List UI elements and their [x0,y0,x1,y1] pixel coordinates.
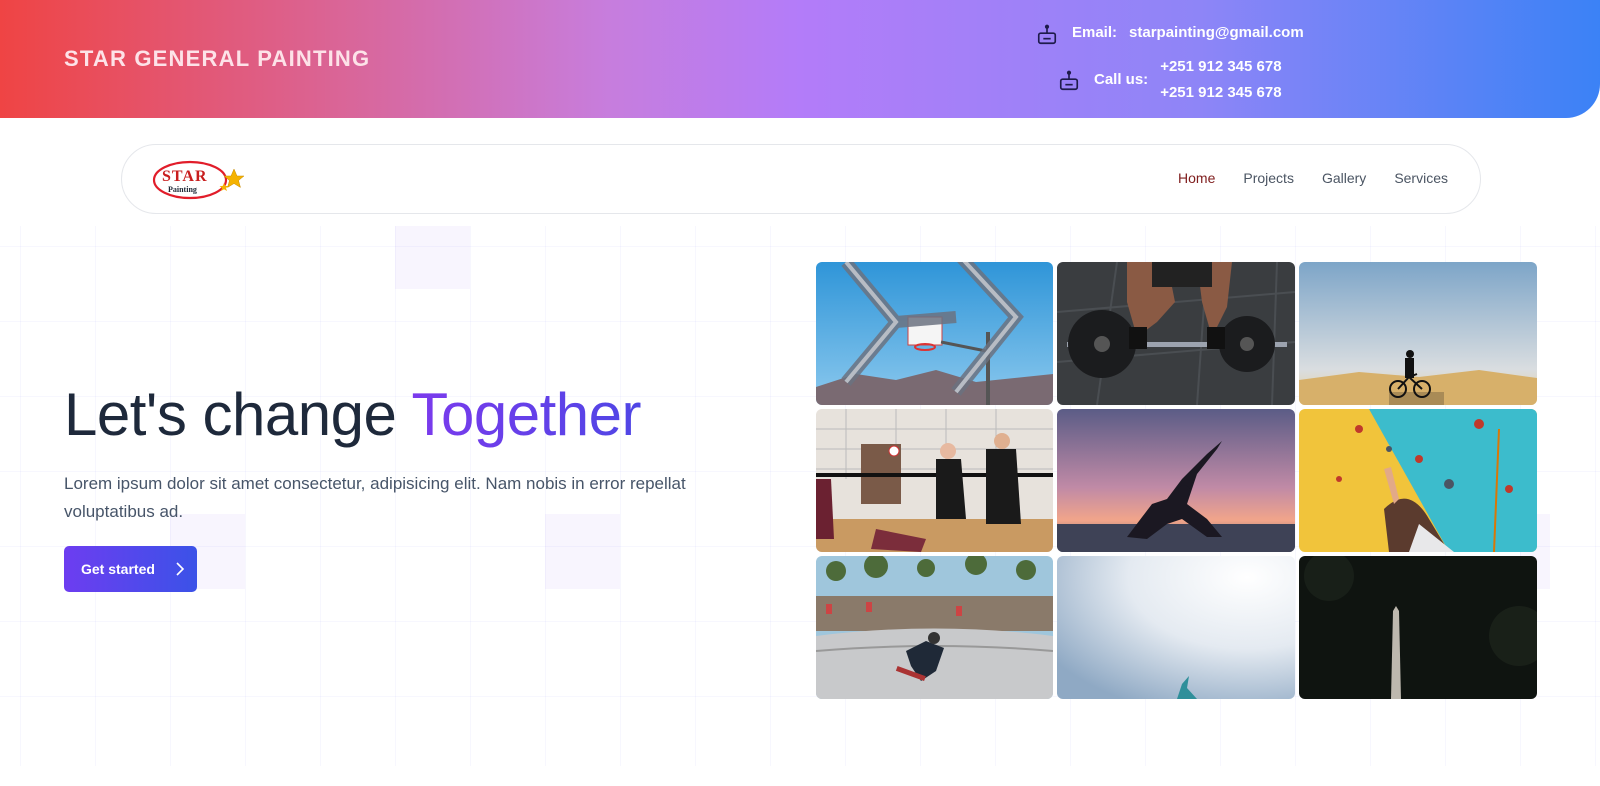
hero-title-plain: Let's change [64,381,412,448]
hero-title-accent: Together [411,381,641,448]
email-address[interactable]: starpainting@gmail.com [1129,24,1304,41]
gallery-photo-skateboarder[interactable] [816,556,1053,699]
email-label: Email: [1072,24,1118,41]
logo-text-bottom: Painting [168,185,197,194]
phone-contact: Call us: +251 912 345 678 +251 912 345 6… [1058,58,1282,101]
top-banner: STAR GENERAL PAINTING Email: starpaintin… [0,0,1600,118]
nav-home[interactable]: Home [1178,170,1215,186]
gallery-photo-volleyball[interactable] [816,409,1053,552]
nav-services[interactable]: Services [1394,170,1448,186]
gallery-photo-climbing[interactable] [1299,409,1537,552]
gallery-photo-basketball-hoop[interactable] [816,262,1053,405]
gallery-photo-yoga[interactable] [1057,409,1295,552]
hero-title: Let's change Together [64,380,641,449]
hero-description: Lorem ipsum dolor sit amet consectetur, … [64,474,686,521]
email-contact: Email: starpainting@gmail.com [1036,24,1304,46]
nav-links: Home Projects Gallery Services [1178,170,1448,186]
star-painting-logo[interactable]: STAR Painting [152,157,244,203]
call-label: Call us: [1094,71,1149,88]
gallery-photo-weightlifter[interactable] [1057,262,1295,405]
get-started-button[interactable]: Get started [64,546,197,592]
contact-icon [1059,70,1079,91]
phone-list: +251 912 345 678 +251 912 345 678 [1160,58,1281,101]
contact-icon [1037,24,1057,45]
chevron-right-icon [176,562,185,576]
navbar: STAR Painting Home Projects Gallery Serv… [121,144,1481,214]
gallery-photo-dark[interactable] [1299,556,1537,699]
nav-projects[interactable]: Projects [1243,170,1294,186]
get-started-label: Get started [81,561,155,577]
gallery-photo-bright-sky[interactable] [1057,556,1295,699]
phone-number[interactable]: +251 912 345 678 [1160,84,1281,101]
photo-gallery [816,262,1537,700]
nav-gallery[interactable]: Gallery [1322,170,1366,186]
brand-title: STAR GENERAL PAINTING [64,46,371,71]
grid-highlight [395,226,470,289]
phone-number[interactable]: +251 912 345 678 [1160,58,1281,75]
gallery-photo-cyclist[interactable] [1299,262,1537,405]
logo-text-top: STAR [162,168,208,185]
